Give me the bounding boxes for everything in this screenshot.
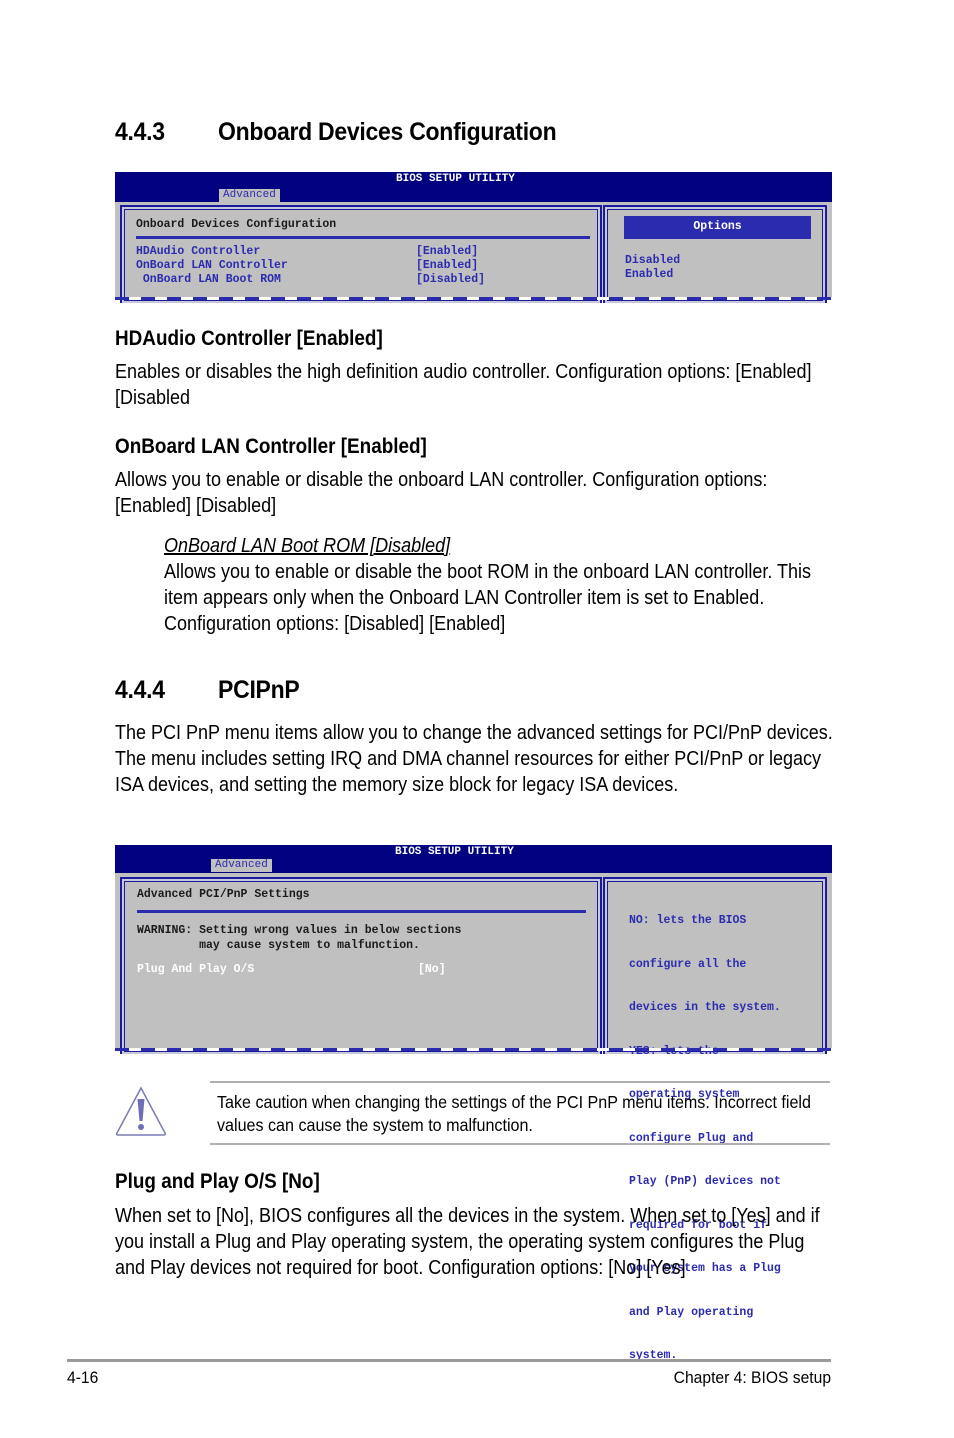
bios-item-label[interactable]: OnBoard LAN Boot ROM bbox=[136, 273, 281, 288]
section-heading-4-4-4: 4.4.4 PCIPnP bbox=[115, 676, 300, 705]
bios-utility-title: BIOS SETUP UTILITY bbox=[396, 173, 515, 185]
subitem-heading-lan-boot-rom: OnBoard LAN Boot ROM [Disabled] bbox=[164, 535, 451, 557]
bios-item-value[interactable]: [Enabled] bbox=[416, 245, 478, 260]
warning-triangle-icon bbox=[114, 1085, 168, 1137]
help-line: and Play operating bbox=[629, 1305, 754, 1319]
page-number: 4-16 bbox=[67, 1368, 99, 1387]
caution-bottom-rule bbox=[210, 1143, 830, 1145]
help-line: Play (PnP) devices not bbox=[629, 1175, 781, 1188]
subitem-body-lan-boot-rom: Allows you to enable or disable the boot… bbox=[164, 561, 812, 635]
section-number: 4.4.4 bbox=[115, 676, 165, 704]
bios-warning-line: may cause system to malfunction. bbox=[137, 939, 420, 952]
bios-item-value[interactable]: [No] bbox=[418, 963, 446, 978]
bios-item-value[interactable]: [Enabled] bbox=[416, 259, 478, 274]
help-line: YES: lets the bbox=[629, 1044, 719, 1058]
bios-utility-title: BIOS SETUP UTILITY bbox=[395, 846, 514, 858]
bios-screen-cut-edge bbox=[115, 1048, 832, 1051]
bios-screen-pcipnp: BIOS SETUP UTILITY Advanced Advanced PCI… bbox=[115, 845, 832, 1362]
options-header: Options bbox=[624, 216, 811, 239]
option-item[interactable]: Disabled bbox=[625, 254, 680, 269]
item-body-hdaudio: Enables or disables the high definition … bbox=[115, 361, 812, 409]
caution-text: Take caution when changing the settings … bbox=[217, 1092, 811, 1135]
section-intro-pcipnp: The PCI PnP menu items allow you to chan… bbox=[115, 722, 833, 796]
section-title: Onboard Devices Configuration bbox=[218, 118, 557, 146]
bios-screen-onboard-devices: BIOS SETUP UTILITY Advanced Onboard Devi… bbox=[115, 172, 832, 303]
chapter-label: Chapter 4: BIOS setup bbox=[673, 1368, 831, 1387]
bios-item-label[interactable]: OnBoard LAN Controller bbox=[136, 259, 288, 274]
item-heading-onboard-lan: OnBoard LAN Controller [Enabled] bbox=[115, 435, 427, 458]
tab-advanced[interactable]: Advanced bbox=[219, 189, 280, 202]
bios-warning-line: WARNING: Setting wrong values in below s… bbox=[137, 924, 462, 937]
bios-item-value[interactable]: [Disabled] bbox=[416, 273, 485, 288]
section-title: PCIPnP bbox=[218, 676, 300, 704]
bios-item-label[interactable]: Plug And Play O/S bbox=[137, 963, 254, 978]
bios-panel-rule bbox=[136, 236, 590, 239]
tab-advanced[interactable]: Advanced bbox=[211, 859, 272, 872]
item-body-plug-and-play: When set to [No], BIOS configures all th… bbox=[115, 1205, 820, 1279]
bios-screen-cut-edge bbox=[115, 297, 832, 300]
item-heading-hdaudio: HDAudio Controller [Enabled] bbox=[115, 327, 383, 350]
section-heading-4-4-3: 4.4.3 Onboard Devices Configuration bbox=[115, 118, 557, 147]
help-line: devices in the system. bbox=[629, 1001, 781, 1014]
bios-panel-rule bbox=[137, 910, 586, 913]
caution-top-rule bbox=[210, 1081, 830, 1083]
bios-item-label[interactable]: HDAudio Controller bbox=[136, 245, 260, 260]
footer-rule bbox=[67, 1359, 831, 1362]
section-number: 4.4.3 bbox=[115, 118, 165, 146]
help-line: configure all the bbox=[629, 957, 747, 971]
bios-panel-title: Advanced PCI/PnP Settings bbox=[137, 888, 310, 901]
help-line: NO: lets the BIOS bbox=[629, 914, 747, 927]
option-item[interactable]: Enabled bbox=[625, 268, 673, 283]
bios-help-text: NO: lets the BIOS configure all the devi… bbox=[629, 885, 781, 1393]
item-heading-plug-and-play: Plug and Play O/S [No] bbox=[115, 1170, 320, 1193]
item-body-onboard-lan: Allows you to enable or disable the onbo… bbox=[115, 469, 768, 517]
bios-panel-title: Onboard Devices Configuration bbox=[136, 218, 337, 231]
